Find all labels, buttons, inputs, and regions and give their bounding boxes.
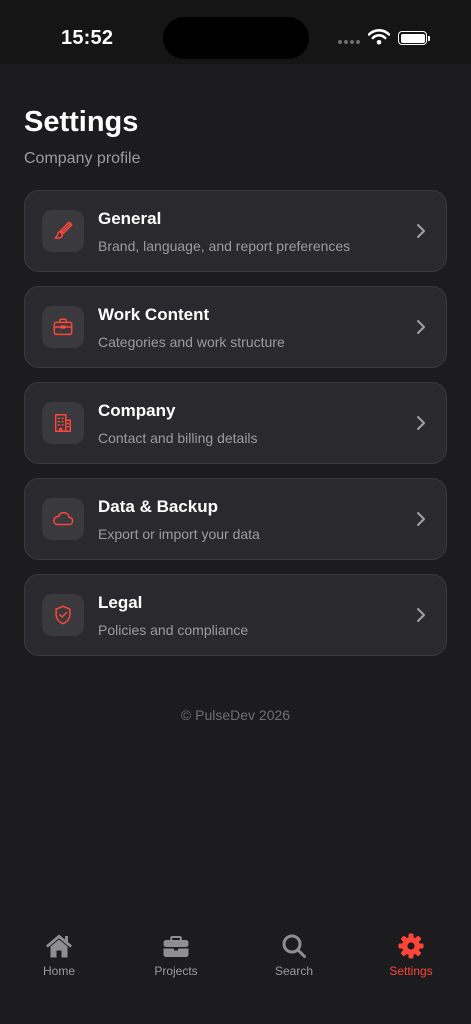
tab-label: Search: [274, 964, 314, 978]
cellular-signal-icon: [338, 40, 360, 44]
briefcase-icon: [131, 932, 221, 960]
tab-settings[interactable]: Settings: [366, 932, 456, 978]
tab-label: Home: [42, 964, 75, 978]
settings-row-title: Work Content: [98, 305, 210, 324]
tab-bar: Home Projects Search Settings: [0, 920, 471, 1024]
settings-row-data-backup[interactable]: Data & Backup Export or import your data: [24, 478, 447, 560]
tab-projects[interactable]: Projects: [131, 932, 221, 978]
chevron-right-icon: [417, 224, 425, 238]
settings-row-description: Contact and billing details: [98, 430, 258, 446]
page-title: Settings: [24, 106, 139, 138]
shield-check-icon: [42, 594, 84, 636]
search-icon: [249, 932, 339, 960]
settings-row-title: General: [98, 209, 162, 228]
cloud-icon: [42, 498, 84, 540]
gear-icon: [366, 932, 456, 960]
wifi-icon: [368, 29, 390, 45]
dynamic-island: [163, 17, 309, 59]
settings-row-legal[interactable]: Legal Policies and compliance: [24, 574, 447, 656]
paintbrush-icon: [42, 210, 84, 252]
settings-row-company[interactable]: Company Contact and billing details: [24, 382, 447, 464]
settings-row-general[interactable]: General Brand, language, and report pref…: [24, 190, 447, 272]
tab-label: Projects: [154, 964, 198, 978]
settings-row-description: Categories and work structure: [98, 334, 285, 350]
status-bar: 15:52: [0, 0, 471, 64]
status-time: 15:52: [61, 27, 114, 49]
settings-row-work-content[interactable]: Work Content Categories and work structu…: [24, 286, 447, 368]
settings-row-description: Brand, language, and report preferences: [98, 238, 351, 254]
copyright-text: © PulseDev 2026: [180, 707, 291, 723]
settings-row-title: Company: [98, 401, 176, 420]
briefcase-icon: [42, 306, 84, 348]
settings-list: General Brand, language, and report pref…: [24, 190, 447, 670]
settings-row-description: Policies and compliance: [98, 622, 249, 638]
tab-home[interactable]: Home: [14, 932, 104, 978]
house-icon: [14, 932, 104, 960]
tab-label: Settings: [389, 964, 433, 978]
chevron-right-icon: [417, 320, 425, 334]
settings-row-title: Legal: [98, 593, 143, 612]
page-subtitle: Company profile: [24, 150, 141, 167]
settings-row-title: Data & Backup: [98, 497, 218, 516]
chevron-right-icon: [417, 416, 425, 430]
chevron-right-icon: [417, 512, 425, 526]
building-icon: [42, 402, 84, 444]
chevron-right-icon: [417, 608, 425, 622]
tab-search[interactable]: Search: [249, 932, 339, 978]
settings-row-description: Export or import your data: [98, 526, 260, 542]
battery-icon: [398, 31, 430, 45]
